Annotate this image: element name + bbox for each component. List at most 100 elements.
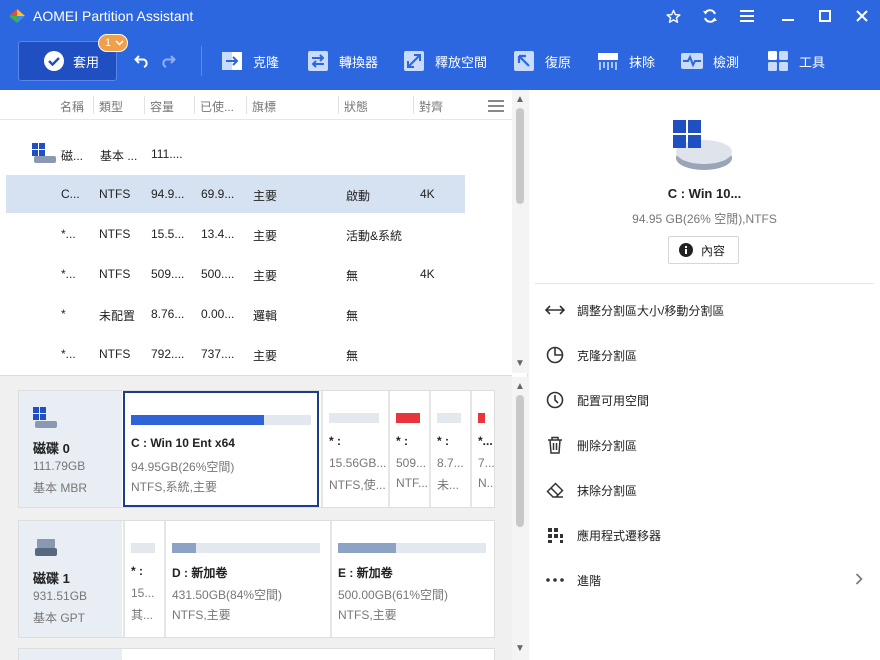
- recover-tool-button[interactable]: 復原: [512, 47, 571, 75]
- column-align[interactable]: 對齊: [419, 98, 443, 115]
- tools-tool-button[interactable]: 工具: [766, 47, 825, 75]
- disk-row[interactable]: 磁... 基本 ... 111....: [6, 135, 465, 173]
- check-tool-button[interactable]: 檢測: [680, 47, 739, 75]
- chevron-right-icon[interactable]: [855, 573, 863, 585]
- partition-fs: NTFS,使...: [329, 478, 386, 492]
- column-type[interactable]: 類型: [99, 98, 123, 115]
- partition-used: 0.00...: [201, 307, 235, 321]
- scroll-down-icon[interactable]: ▼: [515, 643, 525, 654]
- partition-label: C : Win 10 Ent x64: [131, 436, 235, 450]
- free-space-tool-label: 釋放空間: [435, 54, 488, 70]
- partition-label: E : 新加卷: [338, 566, 393, 580]
- scroll-up-icon[interactable]: ▲: [515, 381, 525, 392]
- menu-button[interactable]: [734, 4, 760, 28]
- partition-row[interactable]: C... NTFS 94.9... 69.9... 主要 啟動 4K: [6, 175, 465, 213]
- left-panel: 名稱 類型 容量 已使... 旗標 狀態 對齊 磁... 基本 ... 111.…: [0, 90, 528, 660]
- clone-partition-action[interactable]: 克隆分割區: [545, 344, 637, 366]
- partition-capacity: 792....: [151, 347, 185, 361]
- clone-pie-icon: [546, 346, 564, 364]
- delete-partition-action[interactable]: 刪除分割區: [545, 434, 637, 456]
- usage-bar: [131, 543, 155, 553]
- wipe-partition-action[interactable]: 抹除分割區: [545, 479, 637, 501]
- disk-info[interactable]: 磁碟 0 111.79GB 基本 MBR: [19, 391, 122, 507]
- partition-status: 無: [346, 309, 359, 323]
- clone-tool-label: 克隆: [253, 54, 280, 70]
- disk-map-scrollbar[interactable]: ▲ ▼: [512, 377, 528, 660]
- app-mover-action[interactable]: 應用程式遷移器: [545, 524, 661, 546]
- scroll-down-icon[interactable]: ▼: [515, 358, 525, 369]
- partition-block[interactable]: *... 7... N...: [470, 391, 494, 507]
- partition-type: NTFS: [99, 267, 131, 281]
- app-logo-icon: [9, 9, 25, 23]
- column-name[interactable]: 名稱: [60, 98, 84, 115]
- usage-bar: [478, 413, 485, 423]
- disk-card[interactable]: [18, 648, 495, 660]
- scrollbar-thumb[interactable]: [516, 108, 524, 204]
- wipe-tool-button[interactable]: 抹除: [596, 47, 655, 75]
- action-label: 抹除分割區: [577, 483, 638, 498]
- pending-operations-badge[interactable]: 1: [98, 34, 128, 52]
- column-menu-icon[interactable]: [488, 100, 504, 112]
- partition-label: * :: [131, 564, 143, 578]
- undo-icon: [134, 55, 148, 68]
- pulse-icon: [681, 53, 703, 69]
- disk-icon: [33, 407, 57, 428]
- favorite-button[interactable]: [660, 4, 686, 28]
- partition-block[interactable]: * : 509... NTF...: [388, 391, 429, 507]
- partition-row[interactable]: *... NTFS 15.5... 13.4... 主要 活動&系統: [6, 215, 465, 253]
- partition-row[interactable]: * 未配置 8.76... 0.00... 邏輯 無: [6, 295, 465, 333]
- partition-type: NTFS: [99, 347, 131, 361]
- partition-block[interactable]: E : 新加卷 500.00GB(61%空間) NTFS,主要: [330, 521, 494, 637]
- partition-block[interactable]: D : 新加卷 431.50GB(84%空間) NTFS,主要: [164, 521, 330, 637]
- disk-info[interactable]: 磁碟 1 931.51GB 基本 GPT: [19, 521, 122, 637]
- allocate-free-space-action[interactable]: 配置可用空間: [545, 389, 649, 411]
- partition-fs: NTFS,系統,主要: [131, 480, 217, 494]
- column-capacity[interactable]: 容量: [150, 98, 174, 115]
- converter-tool-button[interactable]: 轉換器: [306, 47, 378, 75]
- partition-name: *...: [61, 227, 76, 241]
- partition-block[interactable]: C : Win 10 Ent x64 94.95GB(26%空間) NTFS,系…: [123, 391, 319, 507]
- scroll-up-icon[interactable]: ▲: [515, 94, 525, 105]
- advanced-action[interactable]: 進階: [545, 569, 601, 591]
- partition-fs: NTF...: [396, 476, 428, 490]
- disk-name: 磁碟 0: [33, 441, 70, 456]
- apply-label: 套用: [73, 54, 100, 70]
- properties-label: 內容: [701, 243, 726, 258]
- scrollbar-thumb[interactable]: [516, 395, 524, 527]
- free-space-tool-button[interactable]: 釋放空間: [402, 47, 487, 75]
- column-status[interactable]: 狀態: [344, 98, 368, 115]
- partition-list-scrollbar[interactable]: ▲ ▼: [512, 90, 528, 373]
- partition-flag: 主要: [253, 269, 278, 283]
- redo-button[interactable]: [160, 52, 176, 71]
- clone-tool-button[interactable]: 克隆: [220, 47, 279, 75]
- partition-row[interactable]: *... NTFS 509.... 500.... 主要 無 4K: [6, 255, 465, 293]
- usage-fill: [131, 415, 265, 425]
- disk-name: 磁碟 1: [33, 571, 70, 586]
- partition-block[interactable]: * : 15... 其...: [123, 521, 164, 637]
- partition-row[interactable]: *... NTFS 792.... 737.... 主要 無: [6, 335, 465, 373]
- trash-icon: [548, 436, 562, 454]
- undo-button[interactable]: [134, 52, 150, 71]
- disk-card[interactable]: 磁碟 0 111.79GB 基本 MBR C : Win 10 Ent x64 …: [18, 390, 495, 508]
- disk-info[interactable]: [19, 649, 122, 660]
- partition-block[interactable]: * : 15.56GB... NTFS,使...: [321, 391, 388, 507]
- refresh-button[interactable]: [697, 4, 723, 28]
- clone-icon: [222, 52, 242, 70]
- details-divider: [535, 283, 874, 284]
- partition-label: * :: [329, 434, 341, 448]
- properties-button[interactable]: 內容: [668, 236, 739, 264]
- clock-icon: [546, 391, 564, 409]
- resize-move-partition-action[interactable]: 調整分割區大小/移動分割區: [545, 299, 724, 321]
- maximize-button[interactable]: [812, 4, 838, 28]
- usage-bar: [396, 413, 420, 423]
- action-label: 應用程式遷移器: [577, 528, 662, 543]
- partition-capacity: 94.9...: [151, 187, 185, 201]
- partition-block[interactable]: * : 8.7... 未...: [429, 391, 470, 507]
- column-flag[interactable]: 旗標: [252, 98, 276, 115]
- close-button[interactable]: [849, 4, 875, 28]
- usage-fill: [338, 543, 396, 553]
- column-used[interactable]: 已使...: [200, 98, 234, 115]
- disk-card[interactable]: 磁碟 1 931.51GB 基本 GPT * : 15... 其... D : …: [18, 520, 495, 638]
- info-icon: [679, 243, 693, 257]
- minimize-button[interactable]: [775, 4, 801, 28]
